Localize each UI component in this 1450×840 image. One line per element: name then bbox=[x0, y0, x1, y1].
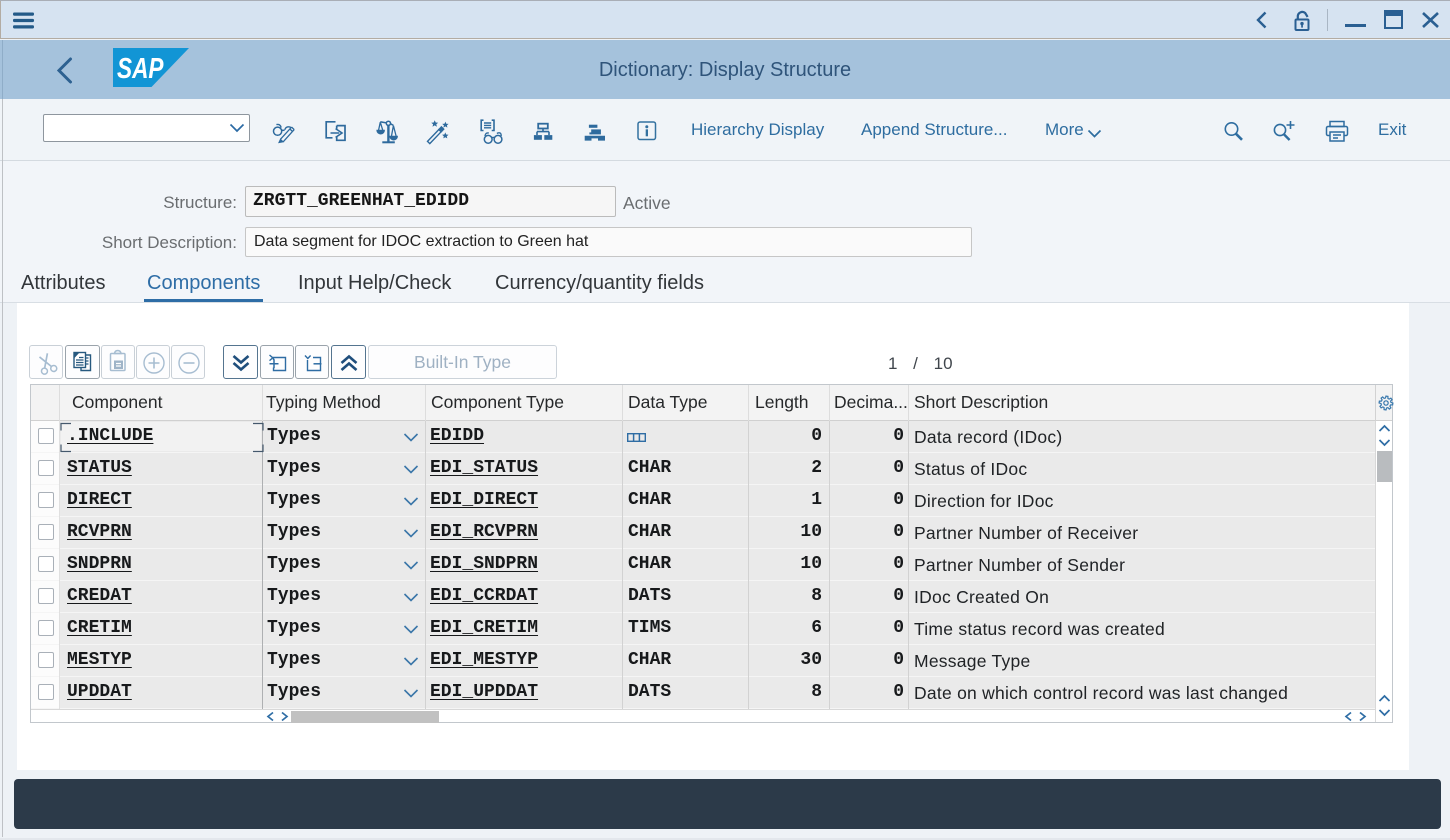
svg-text:SAP: SAP bbox=[117, 51, 164, 84]
